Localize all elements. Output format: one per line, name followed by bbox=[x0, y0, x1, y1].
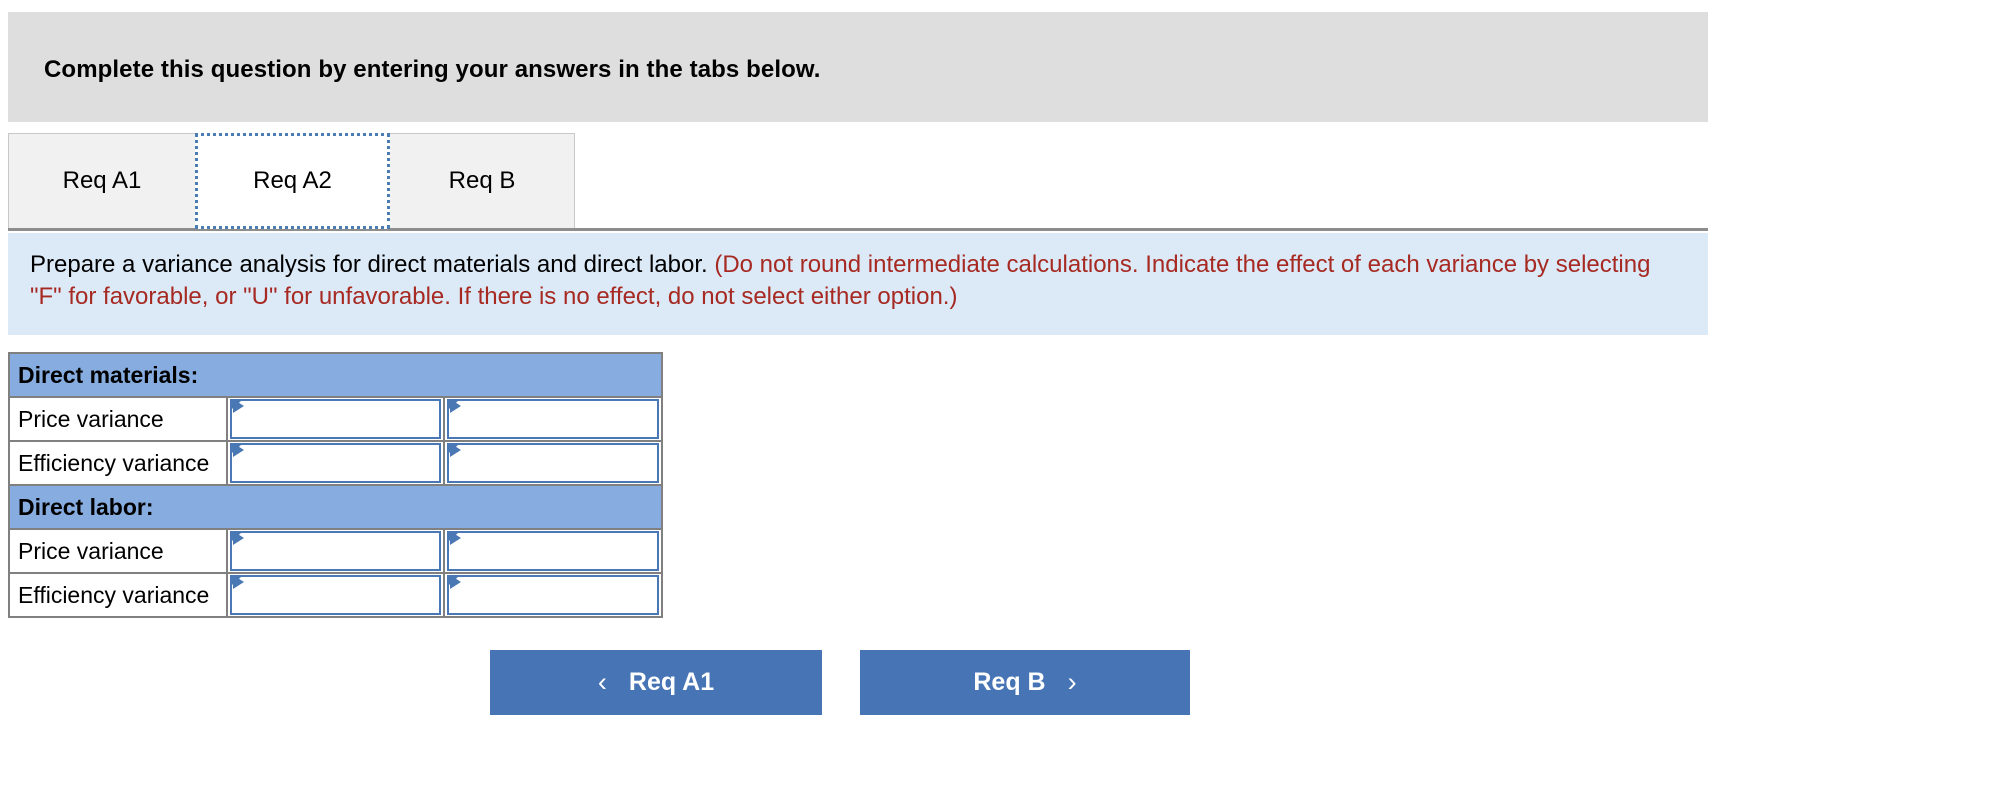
next-requirement-button[interactable]: Req B › bbox=[860, 650, 1190, 715]
cell-materials-efficiency-effect[interactable] bbox=[443, 440, 663, 486]
labor-efficiency-effect-input[interactable] bbox=[447, 575, 659, 615]
question-text: Prepare a variance analysis for direct m… bbox=[30, 249, 1686, 313]
prev-requirement-button[interactable]: ‹ Req A1 bbox=[490, 650, 822, 715]
cell-labor-price-effect[interactable] bbox=[443, 528, 663, 574]
cell-marker-arrow-icon bbox=[450, 399, 462, 413]
cell-marker-arrow-icon bbox=[232, 443, 244, 457]
table-row-labor-efficiency-variance: Efficiency variance bbox=[8, 572, 663, 618]
instruction-banner: Complete this question by entering your … bbox=[8, 12, 1708, 122]
labor-price-amount-input[interactable] bbox=[229, 531, 442, 571]
row-label-materials-price-variance: Price variance bbox=[8, 396, 228, 442]
cell-labor-price-amount[interactable] bbox=[225, 528, 446, 574]
labor-efficiency-amount-input[interactable] bbox=[229, 575, 442, 615]
section-header-direct-labor: Direct labor: bbox=[8, 484, 663, 530]
row-label-materials-efficiency-variance: Efficiency variance bbox=[8, 440, 228, 486]
tab-req-b-label: Req B bbox=[448, 167, 516, 194]
tab-req-b[interactable]: Req B bbox=[389, 133, 575, 229]
tab-req-a2[interactable]: Req A2 bbox=[195, 133, 390, 229]
section-header-direct-materials: Direct materials: bbox=[8, 352, 663, 398]
cell-materials-price-amount[interactable] bbox=[225, 396, 446, 442]
row-label-labor-price-variance: Price variance bbox=[8, 528, 228, 574]
tab-req-a1[interactable]: Req A1 bbox=[8, 133, 196, 229]
cell-labor-efficiency-amount[interactable] bbox=[225, 572, 446, 618]
tab-req-a2-label: Req A2 bbox=[253, 167, 332, 194]
table-row-section-labor: Direct labor: bbox=[8, 484, 663, 530]
next-requirement-label: Req B bbox=[973, 668, 1046, 696]
cell-marker-arrow-icon bbox=[232, 531, 244, 545]
question-panel: Prepare a variance analysis for direct m… bbox=[8, 233, 1708, 335]
materials-efficiency-effect-input[interactable] bbox=[447, 443, 659, 483]
variance-table: Direct materials: Price variance Efficie… bbox=[8, 352, 663, 618]
tab-req-a1-label: Req A1 bbox=[62, 167, 142, 194]
cell-marker-arrow-icon bbox=[450, 575, 462, 589]
materials-price-effect-input[interactable] bbox=[447, 399, 659, 439]
materials-price-amount-input[interactable] bbox=[229, 399, 442, 439]
instruction-banner-text: Complete this question by entering your … bbox=[44, 56, 821, 83]
table-row-materials-efficiency-variance: Efficiency variance bbox=[8, 440, 663, 486]
cell-materials-efficiency-amount[interactable] bbox=[225, 440, 446, 486]
table-row-materials-price-variance: Price variance bbox=[8, 396, 663, 442]
labor-price-effect-input[interactable] bbox=[447, 531, 659, 571]
prev-requirement-label: Req A1 bbox=[628, 668, 715, 696]
cell-labor-efficiency-effect[interactable] bbox=[443, 572, 663, 618]
table-row-section-materials: Direct materials: bbox=[8, 352, 663, 398]
cell-materials-price-effect[interactable] bbox=[443, 396, 663, 442]
materials-efficiency-amount-input[interactable] bbox=[229, 443, 442, 483]
chevron-left-icon: ‹ bbox=[597, 667, 607, 697]
table-row-labor-price-variance: Price variance bbox=[8, 528, 663, 574]
question-prompt: Prepare a variance analysis for direct m… bbox=[30, 251, 708, 278]
cell-marker-arrow-icon bbox=[450, 531, 462, 545]
cell-marker-arrow-icon bbox=[232, 399, 244, 413]
cell-marker-arrow-icon bbox=[450, 443, 462, 457]
row-label-labor-efficiency-variance: Efficiency variance bbox=[8, 572, 228, 618]
cell-marker-arrow-icon bbox=[232, 575, 244, 589]
chevron-right-icon: › bbox=[1067, 667, 1077, 697]
